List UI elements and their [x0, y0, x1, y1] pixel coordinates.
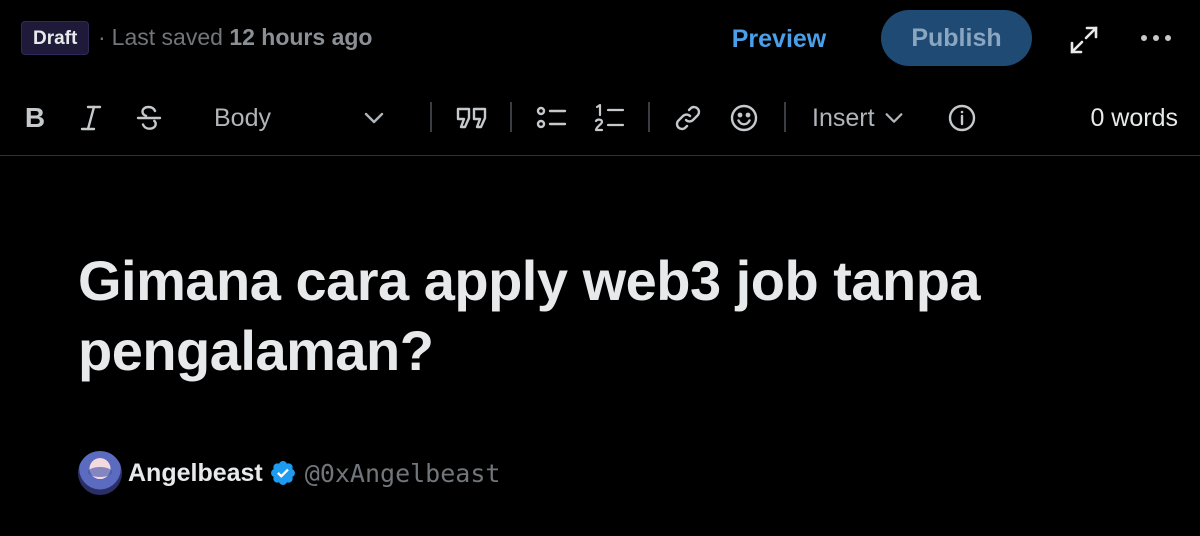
save-status: · Last saved 12 hours ago	[98, 24, 372, 51]
author-byline: Angelbeast @0xAngelbeast	[78, 450, 500, 496]
draft-badge: Draft	[21, 21, 90, 55]
link-button[interactable]	[668, 86, 708, 150]
article-title[interactable]: Gimana cara apply web3 job tanpa pengala…	[78, 246, 1158, 386]
numbered-list-button[interactable]	[590, 86, 630, 150]
toolbar-divider	[510, 102, 512, 132]
chevron-down-icon	[885, 113, 902, 123]
author-handle: @0xAngelbeast	[304, 458, 501, 488]
text-style-value: Body	[214, 103, 271, 132]
more-icon[interactable]	[1136, 28, 1176, 48]
italic-button[interactable]	[76, 86, 106, 150]
emoji-icon	[730, 104, 758, 132]
editor-header: Draft · Last saved 12 hours ago Preview P…	[0, 0, 1200, 78]
insert-menu[interactable]: Insert	[800, 86, 920, 150]
bullet-list-icon	[536, 106, 567, 129]
toolbar-divider	[784, 102, 786, 132]
chevron-down-icon	[364, 112, 384, 124]
save-time: 12 hours ago	[229, 24, 373, 50]
save-prefix: Last saved	[111, 24, 223, 50]
numbered-list-icon	[594, 103, 625, 132]
preview-button[interactable]: Preview	[712, 14, 846, 64]
bullet-list-button[interactable]	[532, 86, 572, 150]
verified-badge-icon	[270, 461, 295, 485]
strikethrough-button[interactable]	[132, 86, 166, 150]
toolbar-divider	[430, 102, 432, 132]
author-name: Angelbeast	[128, 458, 263, 487]
insert-label: Insert	[812, 103, 875, 132]
publish-button[interactable]: Publish	[881, 10, 1032, 66]
expand-icon[interactable]	[1066, 22, 1102, 58]
formatting-toolbar: B Body Insert 0 words	[0, 86, 1200, 150]
quote-button[interactable]	[450, 86, 494, 150]
italic-icon	[80, 105, 102, 131]
bold-button[interactable]: B	[20, 86, 50, 150]
quote-icon	[456, 107, 487, 129]
info-button[interactable]	[940, 86, 984, 150]
strikethrough-icon	[136, 105, 162, 130]
save-separator: ·	[98, 24, 106, 50]
info-icon	[948, 104, 976, 132]
toolbar-divider-line	[0, 155, 1200, 156]
toolbar-divider	[648, 102, 650, 132]
link-icon	[675, 105, 701, 131]
emoji-button[interactable]	[724, 86, 764, 150]
word-count: 0 words	[1090, 104, 1178, 132]
text-style-select[interactable]: Body	[200, 86, 400, 150]
avatar	[78, 451, 122, 495]
